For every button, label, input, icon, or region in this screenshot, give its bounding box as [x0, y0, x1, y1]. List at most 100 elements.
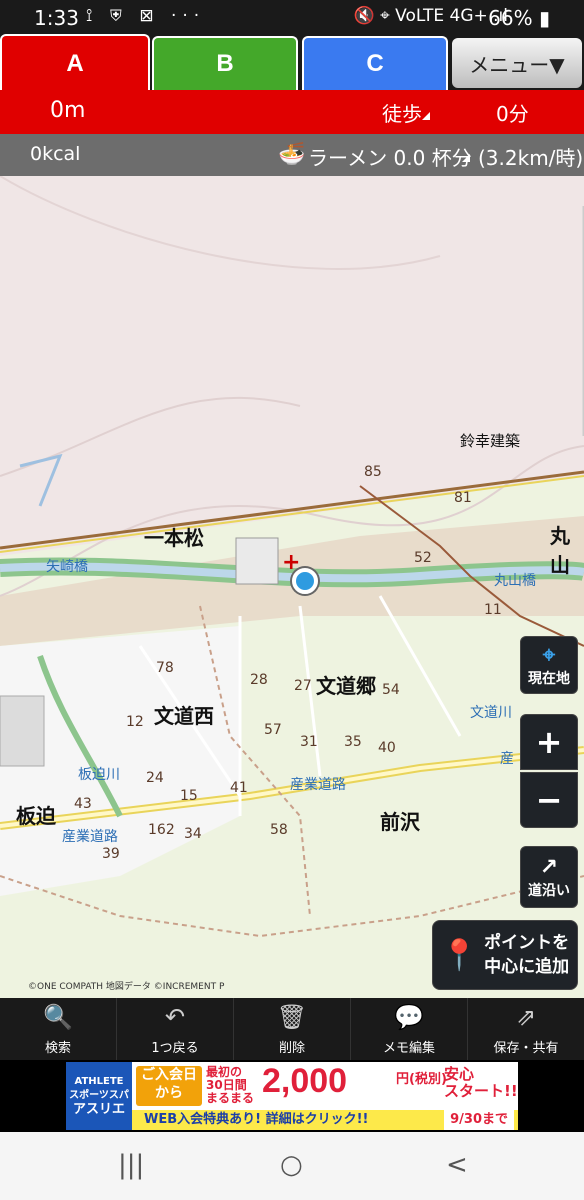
- place-label: 文道郷: [316, 674, 376, 698]
- address-number: 34: [184, 826, 202, 842]
- road-label: 産業道路: [290, 777, 346, 793]
- memo-edit-button[interactable]: 💬 メモ編集: [351, 998, 468, 1060]
- zoom-out-button[interactable]: −: [520, 772, 578, 828]
- follow-road-label: 道沿い: [528, 882, 570, 899]
- map-view[interactable]: 丸山 一本松 文道郷 文道西 板迫 前沢 丸山 鈴幸建築 矢崎橋 丸山橋 文道川…: [0, 176, 584, 998]
- ad-deadline: 9/30まで: [444, 1110, 514, 1130]
- address-number: 27: [294, 678, 312, 694]
- place-label: 鈴幸建築: [460, 432, 521, 450]
- address-number: 15: [180, 788, 198, 804]
- address-number: 78: [156, 660, 174, 676]
- route-time: 0分: [496, 102, 529, 126]
- travel-mode-selector[interactable]: 徒歩: [382, 98, 422, 127]
- delete-button[interactable]: 🗑 削除: [234, 998, 351, 1060]
- map-pin-icon: 📍: [440, 937, 479, 973]
- ramen-equivalent[interactable]: ラーメン 0.0 杯分: [308, 142, 472, 171]
- add-point-button[interactable]: 📍 ポイントを 中心に追加: [432, 920, 578, 990]
- map-copyright: ©ONE COMPATH 地図データ ©INCREMENT P: [28, 982, 225, 992]
- place-label: 文道西: [154, 704, 214, 728]
- travel-mode-dropdown-icon[interactable]: [422, 112, 430, 120]
- ad-start-1: 安心: [444, 1065, 475, 1083]
- water-label: 丸山橋: [494, 573, 536, 589]
- status-time: 1:33: [34, 6, 79, 30]
- ad-join-badge: ご入会日 から: [136, 1066, 202, 1106]
- address-number: 31: [300, 734, 318, 750]
- address-number: 43: [74, 796, 92, 812]
- menu-button[interactable]: メニュー▼: [452, 38, 582, 88]
- address-number: 12: [126, 714, 144, 730]
- toolbar-label: 削除: [278, 1040, 305, 1056]
- address-number: 81: [454, 490, 472, 506]
- walking-speed: (3.2km/時): [478, 146, 584, 170]
- home-icon[interactable]: ○: [280, 1150, 303, 1180]
- ad-start-2: スタート!!: [444, 1082, 518, 1100]
- calories-value: 0kcal: [30, 143, 81, 165]
- current-location-marker-icon: [292, 568, 318, 594]
- undo-button[interactable]: ↶ 1つ戻る: [117, 998, 234, 1060]
- toolbar-label: 保存・共有: [493, 1040, 559, 1056]
- water-label: 矢崎橋: [46, 559, 88, 575]
- save-share-button[interactable]: ⇗ 保存・共有: [468, 998, 584, 1060]
- address-number: 162: [148, 822, 175, 838]
- current-location-label: 現在地: [528, 670, 570, 687]
- bottom-toolbar: 🔍 検索 ↶ 1つ戻る 🗑 削除 💬 メモ編集 ⇗ 保存・共有: [0, 998, 584, 1060]
- place-label: 一本松: [144, 526, 204, 550]
- address-number: 85: [364, 464, 382, 480]
- tab-route-b[interactable]: B: [152, 36, 298, 90]
- address-number: 39: [102, 846, 120, 862]
- trash-icon: 🗑: [276, 1002, 308, 1031]
- tab-route-c[interactable]: C: [302, 36, 448, 90]
- road-label: 産: [500, 751, 514, 767]
- address-number: 35: [344, 734, 362, 750]
- stats-bar: 0kcal 🍜 ラーメン 0.0 杯分 (3.2km/時): [0, 134, 584, 176]
- system-nav-bar: ||| ○ <: [0, 1132, 584, 1200]
- address-number: 40: [378, 740, 396, 756]
- ad-start: 安心 スタート!!: [444, 1066, 518, 1100]
- address-number: 52: [414, 550, 432, 566]
- place-label: 前沢: [380, 810, 420, 834]
- undo-icon: ↶: [164, 1002, 186, 1031]
- ad-content[interactable]: ATHLETE スポーツスパ アスリエ ご入会日 から 最初の 30日間 まるま…: [66, 1062, 518, 1130]
- add-point-label-line2: 中心に追加: [484, 957, 570, 977]
- place-label: 丸山: [550, 524, 570, 577]
- toolbar-label: 1つ戻る: [151, 1040, 199, 1056]
- ad-banner[interactable]: ATHLETE スポーツスパ アスリエ ご入会日 から 最初の 30日間 まるま…: [0, 1060, 584, 1132]
- place-label: 板迫: [16, 804, 56, 828]
- zoom-in-button[interactable]: +: [520, 714, 578, 770]
- status-bar: 1:33 ⟟ ⛨ ⊠ ··· 🔇 ⌖ VoLTE 4G+ .ıl 66% ▮: [0, 0, 584, 36]
- route-distance: 0m: [50, 98, 86, 123]
- water-label: 板迫川: [78, 767, 120, 783]
- back-icon[interactable]: <: [446, 1150, 468, 1180]
- address-number: 58: [270, 822, 288, 838]
- tab-route-a[interactable]: A: [0, 34, 150, 92]
- ad-brand-3: アスリエ: [72, 1102, 125, 1117]
- toolbar-label: メモ編集: [382, 1040, 435, 1056]
- status-notification-icons: ⟟ ⛨ ⊠ ···: [86, 6, 206, 26]
- follow-road-button[interactable]: ↗ 道沿い: [520, 846, 578, 908]
- address-number: 57: [264, 722, 282, 738]
- water-label: 文道川: [470, 705, 512, 721]
- ramen-bowl-icon: 🍜: [278, 142, 306, 167]
- ad-join-1: ご入会日: [141, 1067, 197, 1083]
- trend-line-icon: ↗: [539, 854, 559, 880]
- ad-first-3: まるまる: [206, 1091, 255, 1105]
- address-number: 41: [230, 780, 248, 796]
- ad-price-unit: 円(税別): [396, 1072, 447, 1087]
- road-label: 産業道路: [62, 829, 118, 845]
- ad-brand-1: ATHLETE: [74, 1076, 124, 1087]
- search-icon: 🔍: [43, 1002, 73, 1031]
- ad-first-days: 最初の 30日間 まるまる: [206, 1066, 254, 1105]
- address-number: 24: [146, 770, 164, 786]
- add-point-label-line1: ポイントを: [484, 933, 570, 953]
- route-summary-bar: 0m 徒歩 0分: [0, 90, 584, 134]
- search-button[interactable]: 🔍 検索: [0, 998, 117, 1060]
- current-location-button[interactable]: ⌖ 現在地: [520, 636, 578, 694]
- ad-join-2: から: [155, 1085, 183, 1101]
- share-icon: ⇗: [515, 1002, 537, 1031]
- memo-icon: 💬: [394, 1002, 424, 1031]
- recent-apps-icon[interactable]: |||: [118, 1150, 144, 1180]
- ad-price: 2,000: [262, 1062, 348, 1100]
- locate-target-icon: ⌖: [542, 642, 556, 668]
- food-unit-dropdown-icon[interactable]: [462, 154, 470, 162]
- toolbar-label: 検索: [44, 1040, 71, 1056]
